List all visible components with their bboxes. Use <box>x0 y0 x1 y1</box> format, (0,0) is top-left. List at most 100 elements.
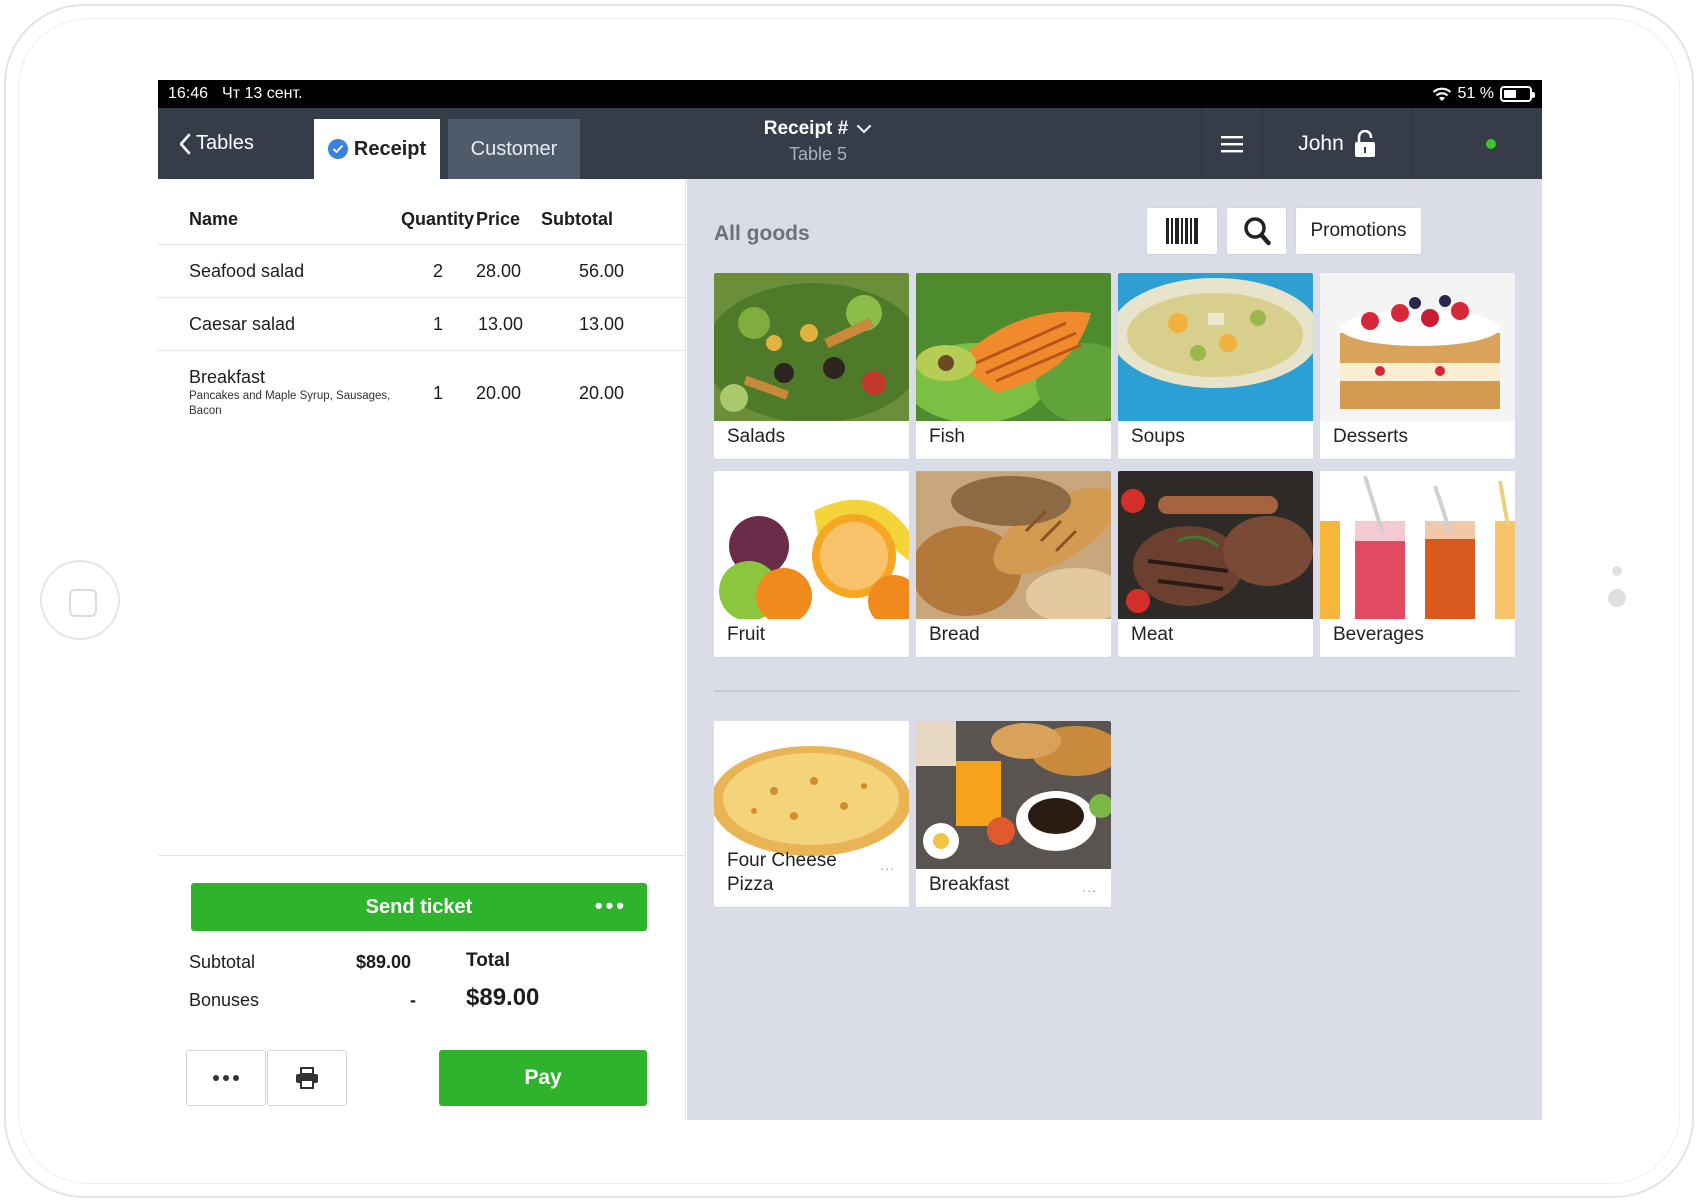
total-label: Total <box>466 950 510 971</box>
top-bar: Tables Receipt Customer Receipt # Table … <box>158 108 1542 179</box>
status-bar: 16:46 Чт 13 сент. 51 % <box>158 80 1542 108</box>
status-date: Чт 13 сент. <box>222 85 303 102</box>
product-more-icon[interactable]: ... <box>880 857 895 873</box>
fruit-image <box>714 471 909 619</box>
subtotal-label: Subtotal <box>189 952 256 972</box>
tab-receipt-label: Receipt <box>353 137 427 160</box>
pay-label: Pay <box>524 1066 562 1089</box>
send-ticket-label: Send ticket <box>365 895 473 918</box>
receipt-row[interactable]: Seafood salad 2 28.00 56.00 <box>158 245 686 298</box>
item-subtotal: 20.00 <box>578 383 624 403</box>
product-more-icon[interactable]: ... <box>1082 879 1097 895</box>
category-tile-salads[interactable]: Salads <box>714 273 909 459</box>
menu-button[interactable] <box>1202 108 1262 179</box>
item-price: 20.00 <box>476 383 522 403</box>
product-label: Four Cheese Pizza <box>727 849 837 897</box>
item-modifiers: Pancakes and Maple Syrup, Sausages, Baco… <box>189 390 391 417</box>
tab-receipt[interactable]: Receipt <box>314 119 440 179</box>
unlock-icon <box>1354 129 1375 157</box>
bonuses-value: - <box>410 990 416 1010</box>
fish-image <box>916 273 1111 421</box>
breakfast-image <box>916 721 1111 869</box>
receipt-row[interactable]: Caesar salad 1 13.00 13.00 <box>158 298 686 351</box>
screen: 16:46 Чт 13 сент. 51 % Tables Receipt Cu… <box>158 80 1542 1120</box>
more-dots-icon[interactable]: ••• <box>595 893 627 919</box>
hamburger-icon <box>1221 135 1243 152</box>
sensor-dot <box>1612 566 1622 576</box>
dessert-image <box>1320 273 1515 421</box>
back-to-tables-button[interactable]: Tables <box>178 108 254 179</box>
item-name: Caesar salad <box>189 314 296 334</box>
category-label: Meat <box>1131 624 1174 645</box>
bread-image <box>916 471 1111 619</box>
meat-image <box>1118 471 1313 619</box>
receipt-table-header: Name Quantity Price Subtotal <box>158 179 686 245</box>
item-subtotal: 56.00 <box>578 261 624 281</box>
category-tile-soups[interactable]: Soups <box>1118 273 1313 459</box>
table-label: Table 5 <box>788 144 848 164</box>
category-label: Bread <box>929 624 980 645</box>
col-quantity: Quantity <box>401 209 475 229</box>
section-divider <box>714 690 1519 692</box>
home-button[interactable] <box>40 560 120 640</box>
category-label: Desserts <box>1333 426 1408 447</box>
category-tile-fish[interactable]: Fish <box>916 273 1111 459</box>
ellipsis-icon <box>213 1075 239 1081</box>
promotions-button[interactable]: Promotions <box>1295 207 1422 255</box>
category-label: Salads <box>727 426 786 447</box>
pizza-image <box>714 721 909 869</box>
total-value: $89.00 <box>466 984 540 1011</box>
receipt-row[interactable]: Breakfast Pancakes and Maple Syrup, Saus… <box>158 351 686 433</box>
user-name: John <box>1298 131 1344 155</box>
camera-dot <box>1608 589 1626 607</box>
battery-icon <box>1500 86 1535 102</box>
divider <box>1412 108 1413 179</box>
search-icon <box>1243 217 1271 246</box>
bonuses-label: Bonuses <box>189 990 260 1010</box>
item-quantity: 1 <box>433 314 444 334</box>
soup-image <box>1118 273 1313 421</box>
subtotal-value: $89.00 <box>356 952 412 972</box>
category-label: Beverages <box>1333 624 1424 645</box>
category-tile-fruit[interactable]: Fruit <box>714 471 909 657</box>
barcode-button[interactable] <box>1146 207 1218 255</box>
more-options-button[interactable] <box>186 1050 266 1106</box>
pay-button[interactable]: Pay <box>439 1050 647 1106</box>
battery-percent: 51 % <box>1457 85 1494 102</box>
online-status-dot <box>1486 139 1496 149</box>
goods-title: All goods <box>714 222 810 245</box>
category-label: Fish <box>929 426 965 447</box>
tab-customer-label: Customer <box>470 137 558 160</box>
category-tile-meat[interactable]: Meat <box>1118 471 1313 657</box>
printer-icon <box>296 1067 318 1089</box>
col-subtotal: Subtotal <box>541 209 613 229</box>
category-tile-beverages[interactable]: Beverages <box>1320 471 1515 657</box>
col-price: Price <box>476 209 521 229</box>
category-label: Soups <box>1131 426 1185 447</box>
item-name: Breakfast <box>189 367 266 387</box>
user-button[interactable]: John <box>1262 108 1412 179</box>
col-name: Name <box>189 209 239 229</box>
tab-customer[interactable]: Customer <box>448 119 580 179</box>
product-tile-breakfast[interactable]: Breakfast ... <box>916 721 1111 907</box>
item-subtotal: 13.00 <box>578 314 624 334</box>
item-quantity: 2 <box>433 261 444 281</box>
receipt-title: Receipt # <box>763 118 849 139</box>
product-label: Breakfast <box>929 874 1010 895</box>
item-name: Seafood salad <box>189 261 305 281</box>
check-icon <box>327 139 348 159</box>
item-quantity: 1 <box>433 383 444 403</box>
receipt-selector[interactable]: Receipt # Table 5 <box>728 118 908 165</box>
item-price: 13.00 <box>478 314 524 334</box>
print-button[interactable] <box>267 1050 347 1106</box>
beverages-image <box>1320 471 1515 619</box>
barcode-icon <box>1166 218 1198 244</box>
receipt-panel: Name Quantity Price Subtotal Seafood sal… <box>158 179 686 1120</box>
product-label-line1: Four Cheese <box>727 850 837 871</box>
send-ticket-button[interactable]: Send ticket ••• <box>191 883 647 931</box>
product-tile-four-cheese-pizza[interactable]: Four Cheese Pizza ... <box>714 721 909 907</box>
category-tile-desserts[interactable]: Desserts <box>1320 273 1515 459</box>
search-button[interactable] <box>1226 207 1287 255</box>
status-time: 16:46 <box>168 85 209 102</box>
category-tile-bread[interactable]: Bread <box>916 471 1111 657</box>
